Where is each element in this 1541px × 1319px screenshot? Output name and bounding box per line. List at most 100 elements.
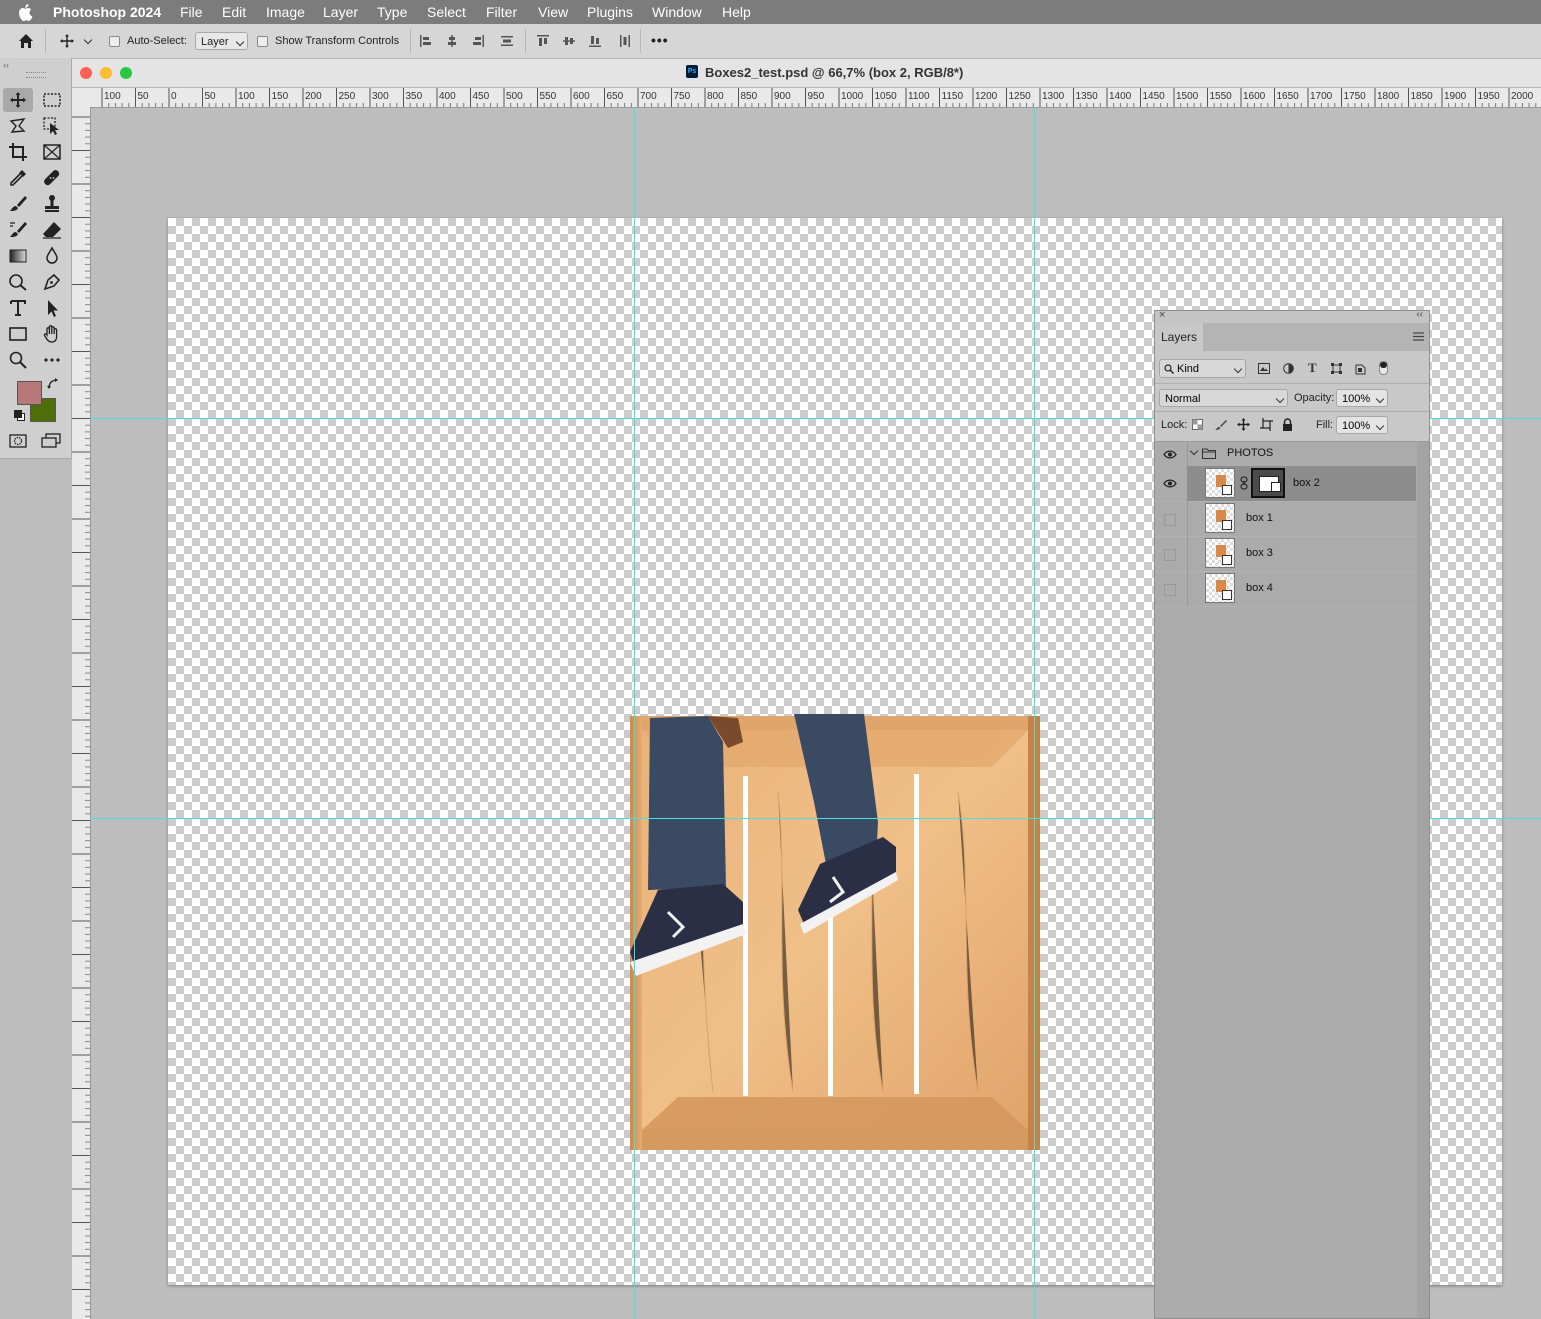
- layer-row[interactable]: box 1: [1155, 501, 1417, 537]
- fill-field[interactable]: 100%: [1336, 416, 1388, 434]
- align-right-icon[interactable]: [472, 35, 484, 47]
- menu-select[interactable]: Select: [427, 4, 466, 20]
- screen-mode-icon[interactable]: [41, 433, 61, 448]
- layer-mask-thumbnail[interactable]: [1251, 468, 1285, 498]
- tab-layers[interactable]: Layers: [1155, 323, 1203, 351]
- opacity-field[interactable]: 100%: [1336, 389, 1388, 407]
- eye-icon[interactable]: [1163, 450, 1177, 459]
- crate-with-feet-image[interactable]: [628, 712, 1042, 1152]
- type-tool[interactable]: [7, 297, 29, 319]
- shape-filter-icon[interactable]: [1331, 363, 1342, 374]
- close-button[interactable]: [80, 67, 92, 79]
- lock-all-icon[interactable]: [1282, 418, 1293, 431]
- guide-vertical[interactable]: [1034, 107, 1035, 1319]
- chevron-down-icon[interactable]: [1189, 446, 1199, 456]
- lock-artboard-icon[interactable]: [1260, 418, 1273, 431]
- visibility-toggle[interactable]: [1164, 549, 1176, 561]
- lock-position-icon[interactable]: [1237, 418, 1250, 431]
- lasso-tool[interactable]: [7, 115, 29, 137]
- align-middle-icon[interactable]: [563, 35, 575, 47]
- rectangle-tool[interactable]: [7, 323, 29, 345]
- clone-stamp-tool[interactable]: [41, 193, 63, 215]
- grip-icon[interactable]: [26, 72, 46, 78]
- align-bottom-icon[interactable]: [589, 35, 601, 47]
- image-filter-icon[interactable]: [1258, 363, 1270, 374]
- align-top-icon[interactable]: [537, 35, 549, 47]
- lock-pixels-icon[interactable]: [1215, 419, 1227, 431]
- menu-type[interactable]: Type: [377, 4, 407, 20]
- crop-tool[interactable]: [7, 141, 29, 163]
- minimize-button[interactable]: [100, 67, 112, 79]
- panel-header[interactable]: × ‹‹: [1155, 309, 1429, 323]
- chevron-down-icon[interactable]: [1375, 394, 1385, 404]
- gradient-tool[interactable]: [7, 245, 29, 267]
- move-icon[interactable]: [59, 33, 75, 49]
- menu-image[interactable]: Image: [266, 4, 305, 20]
- auto-select-checkbox[interactable]: [109, 36, 120, 47]
- visibility-toggle[interactable]: [1164, 584, 1176, 596]
- ruler-origin[interactable]: [72, 88, 91, 108]
- app-name[interactable]: Photoshop 2024: [53, 4, 161, 20]
- filter-kind-dropdown[interactable]: Kind: [1159, 359, 1246, 378]
- foreground-color-swatch[interactable]: [17, 381, 42, 405]
- eyedropper-tool[interactable]: [7, 167, 29, 189]
- swap-colors-icon[interactable]: [46, 377, 60, 391]
- zoom-tool[interactable]: [7, 349, 29, 371]
- menu-plugins[interactable]: Plugins: [587, 4, 633, 20]
- smart-object-filter-icon[interactable]: [1355, 362, 1366, 375]
- layer-row[interactable]: box 3: [1155, 536, 1417, 572]
- more-options-button[interactable]: •••: [651, 32, 669, 48]
- default-colors-icon[interactable]: [14, 410, 25, 421]
- eye-icon[interactable]: [1163, 479, 1177, 488]
- object-selection-tool[interactable]: [41, 115, 63, 137]
- history-brush-tool[interactable]: [7, 219, 29, 241]
- pen-tool[interactable]: [41, 271, 63, 293]
- blend-mode-dropdown[interactable]: Normal: [1159, 389, 1288, 407]
- align-left-icon[interactable]: [420, 35, 432, 47]
- chevron-down-icon[interactable]: [1375, 421, 1385, 431]
- frame-tool[interactable]: [41, 141, 63, 163]
- more-tools[interactable]: [41, 349, 63, 371]
- close-icon[interactable]: ×: [1159, 309, 1165, 321]
- auto-select-dropdown[interactable]: Layer: [195, 32, 248, 50]
- layer-row[interactable]: box 2: [1155, 466, 1417, 502]
- dodge-tool[interactable]: [7, 271, 29, 293]
- vertical-ruler[interactable]: [72, 107, 91, 1319]
- collapse-icon[interactable]: ‹‹: [1416, 309, 1423, 320]
- zoom-button[interactable]: [120, 67, 132, 79]
- hand-tool[interactable]: [41, 323, 63, 345]
- eraser-tool[interactable]: [41, 219, 63, 241]
- visibility-toggle[interactable]: [1164, 514, 1176, 526]
- panel-menu-icon[interactable]: [1413, 332, 1424, 341]
- menu-view[interactable]: View: [538, 4, 568, 20]
- menu-layer[interactable]: Layer: [323, 4, 358, 20]
- layer-group-row[interactable]: PHOTOS: [1155, 442, 1417, 467]
- marquee-tool[interactable]: [41, 89, 63, 111]
- menu-help[interactable]: Help: [722, 4, 751, 20]
- menu-file[interactable]: File: [180, 4, 203, 20]
- healing-brush-tool[interactable]: [41, 167, 63, 189]
- distribute-icon[interactable]: [501, 35, 513, 47]
- collapse-icon[interactable]: ‹‹: [3, 60, 13, 70]
- apple-icon[interactable]: [18, 3, 34, 21]
- layers-scrollbar[interactable]: [1417, 442, 1429, 1318]
- lock-transparent-icon[interactable]: [1192, 419, 1203, 430]
- home-icon[interactable]: [17, 32, 35, 50]
- menu-edit[interactable]: Edit: [222, 4, 246, 20]
- filter-toggle-switch[interactable]: [1379, 361, 1388, 375]
- show-transform-checkbox[interactable]: [257, 36, 268, 47]
- move-tool[interactable]: [7, 89, 29, 111]
- distribute-horizontal-icon[interactable]: [619, 35, 631, 47]
- menu-window[interactable]: Window: [652, 4, 702, 20]
- brush-tool[interactable]: [7, 193, 29, 215]
- align-center-icon[interactable]: [446, 35, 458, 47]
- path-selection-tool[interactable]: [41, 297, 63, 319]
- link-icon[interactable]: [1240, 476, 1248, 490]
- quick-mask-icon[interactable]: [9, 434, 27, 448]
- chevron-down-icon[interactable]: [83, 35, 93, 45]
- adjustment-filter-icon[interactable]: [1283, 363, 1294, 374]
- menu-filter[interactable]: Filter: [486, 4, 517, 20]
- layer-row[interactable]: box 4: [1155, 571, 1417, 607]
- blur-tool[interactable]: [41, 245, 63, 267]
- guide-vertical[interactable]: [634, 107, 635, 1319]
